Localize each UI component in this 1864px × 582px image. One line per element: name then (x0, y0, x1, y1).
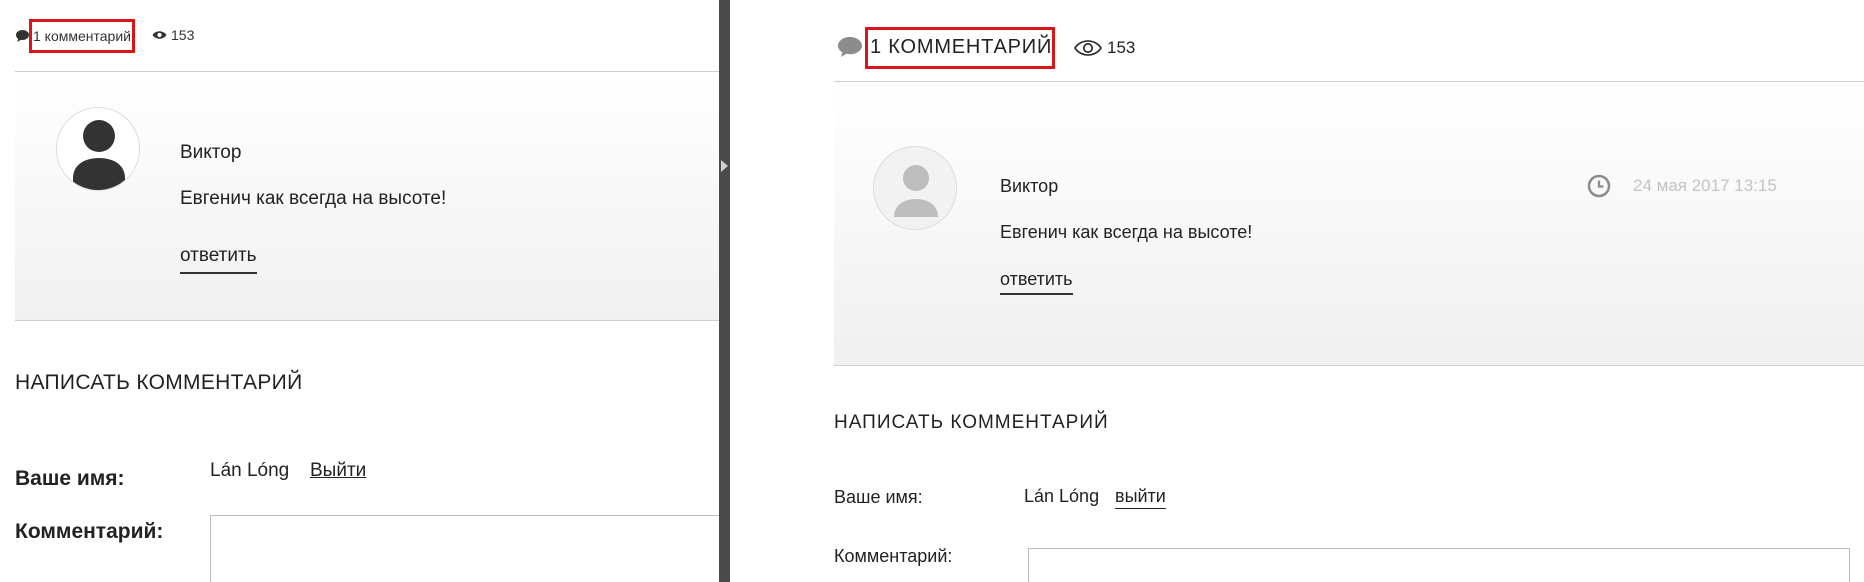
right-pane-new-design: 1 КОММЕНТАРИЙ 153 Виктор 24 мая 2017 13:… (730, 0, 1864, 582)
logout-link[interactable]: Выйти (310, 460, 366, 482)
comment-author: Виктор (180, 142, 242, 163)
eye-icon (152, 31, 167, 39)
avatar-icon (873, 146, 957, 230)
splitter-arrow-icon (721, 160, 728, 172)
eye-icon (1074, 40, 1102, 56)
comment-text: Евгенич как всегда на высоте! (180, 188, 447, 209)
comment-bubble-icon (15, 24, 30, 48)
reply-link[interactable]: ответить (1000, 269, 1073, 295)
views-counter: 153 (1074, 38, 1135, 58)
logout-link[interactable]: выйти (1115, 486, 1166, 509)
views-counter: 153 (152, 27, 194, 43)
write-comment-heading: НАПИСАТЬ КОММЕНТАРИЙ (834, 412, 1109, 433)
reply-link[interactable]: ответить (180, 245, 257, 274)
clock-icon (1587, 174, 1611, 203)
name-label: Ваше имя: (15, 467, 125, 490)
comment-label: Комментарий: (15, 520, 164, 543)
comment-bubble-icon (837, 36, 863, 63)
write-comment-heading: НАПИСАТЬ КОММЕНТАРИЙ (15, 371, 303, 394)
comment-text: Евгенич как всегда на высоте! (1000, 222, 1253, 242)
views-count: 153 (171, 27, 195, 43)
name-label: Ваше имя: (834, 487, 923, 507)
comment-card (834, 82, 1864, 366)
avatar-icon (56, 107, 140, 191)
comment-textarea[interactable] (1028, 548, 1850, 582)
comment-label: Комментарий: (834, 546, 953, 566)
comment-textarea[interactable] (210, 515, 720, 582)
comment-author: Виктор (1000, 176, 1059, 196)
highlight-box (865, 27, 1055, 69)
left-pane-old-design: 1 комментарий 153 Виктор Евгенич как все… (0, 0, 720, 582)
comment-date: 24 мая 2017 13:15 (1633, 176, 1777, 195)
user-name: Lán Lóng (1024, 486, 1100, 506)
user-name: Lán Lóng (210, 460, 290, 481)
views-count: 153 (1107, 38, 1136, 57)
highlight-box (29, 19, 135, 53)
